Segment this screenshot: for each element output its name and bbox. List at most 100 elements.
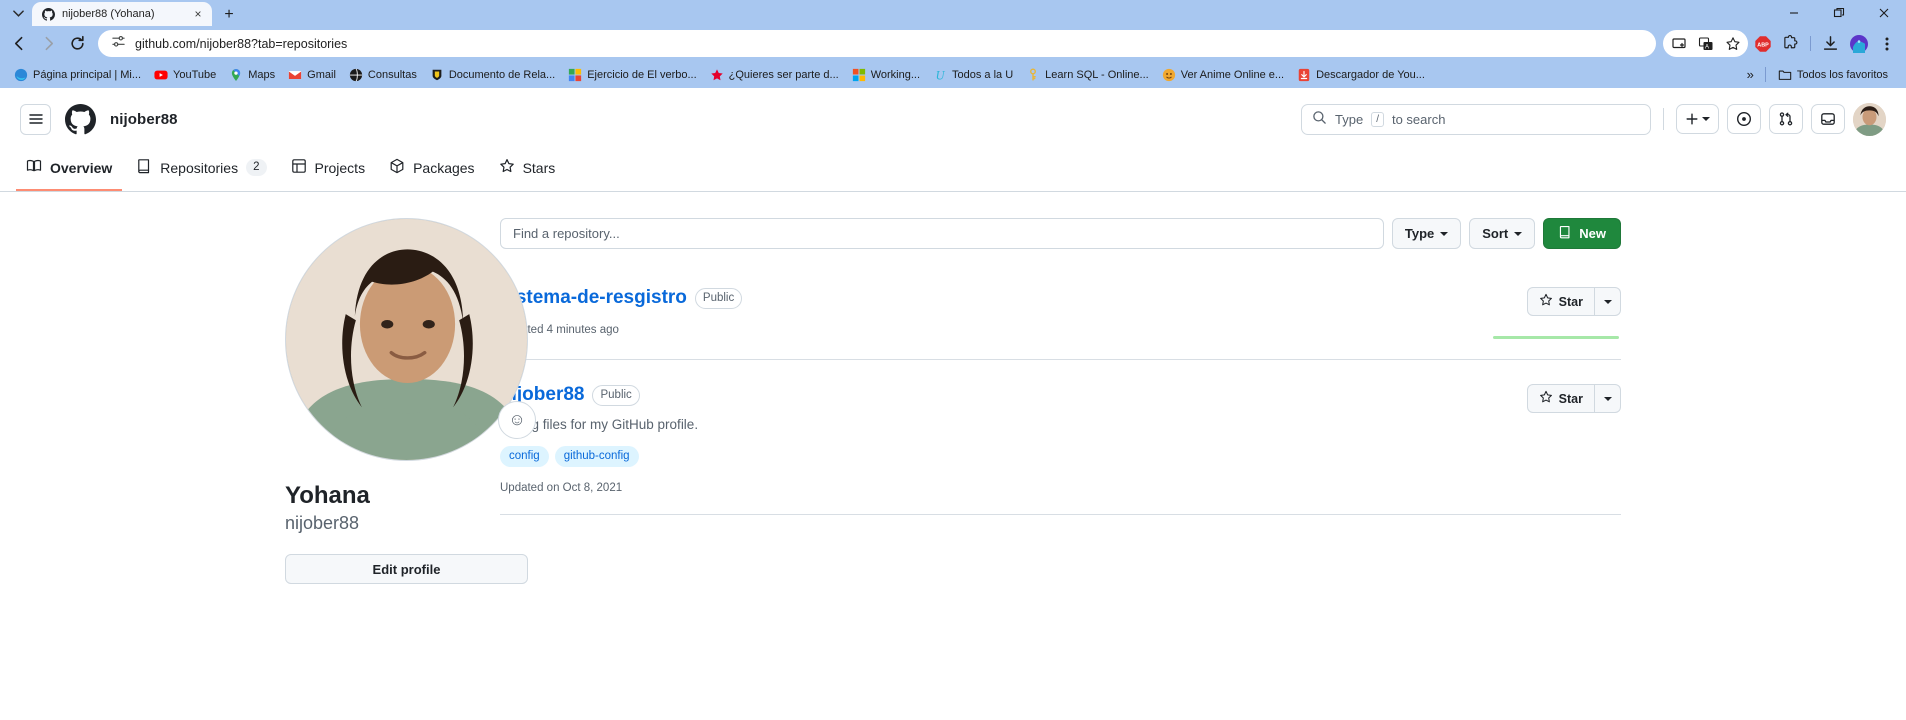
bookmark-item[interactable]: Consultas [343,65,423,85]
search-input[interactable]: Type / to search [1301,103,1651,135]
cast-icon[interactable] [1665,30,1692,57]
topic-tag[interactable]: github-config [554,446,639,467]
bookmark-item[interactable]: Documento de Rela... [424,65,561,85]
forward-icon[interactable] [35,30,62,57]
star-icon [499,158,515,177]
header-owner-name[interactable]: nijober88 [110,111,178,128]
window-controls [1771,0,1906,26]
new-tab-button[interactable]: + [216,4,242,26]
star-dropdown-button[interactable] [1595,287,1621,316]
adblock-icon[interactable]: ABP [1749,30,1776,57]
repo-icon [136,158,152,177]
profile-display-name: Yohana [285,482,370,509]
bookmark-item[interactable]: Ver Anime Online e... [1156,65,1290,85]
github-page: nijober88 Type / to search Overview Repo… [0,88,1906,708]
profile-avatar-icon[interactable] [1845,30,1872,57]
bookmark-item[interactable]: ¿Quieres ser parte d... [704,65,845,85]
tab-packages[interactable]: Packages [379,150,484,191]
chevron-down-icon [1603,299,1612,304]
tab-label: Overview [50,159,113,176]
bookmark-label: YouTube [173,68,217,81]
tab-label: Projects [314,159,366,176]
edit-profile-button[interactable]: Edit profile [285,554,528,585]
github-mark-icon[interactable] [65,103,96,135]
all-bookmarks-button[interactable]: Todos los favoritos [1772,65,1894,85]
sort-filter-button[interactable]: Sort [1469,218,1536,249]
star-button[interactable]: Star [1526,287,1595,316]
repositories-panel: Type Sort New s [500,218,1906,584]
profile-photo[interactable] [285,218,528,461]
avatar[interactable] [1853,102,1886,136]
repository-actions: Star [1431,287,1621,339]
toolbar-divider [1810,36,1811,51]
tab-search-button[interactable] [4,0,32,26]
svg-text:ABP: ABP [1757,42,1769,48]
browser-chrome: nijober88 (Yohana) × + github.com/nijobe… [0,0,1906,88]
extensions-icon[interactable] [1777,30,1804,57]
bookmark-label: Descargador de You... [1316,68,1425,81]
star-icon [1539,293,1553,310]
visibility-badge: Public [694,287,743,309]
download-red-icon [1297,68,1311,82]
maximize-icon[interactable] [1816,0,1861,26]
repository-description: Config files for my GitHub profile. [500,417,699,432]
new-repository-button[interactable]: New [1543,218,1621,249]
star-button[interactable]: Star [1526,384,1595,413]
bookmarks-overflow-button[interactable]: » [1742,65,1759,84]
bookmark-item[interactable]: Working... [846,65,926,85]
tab-projects[interactable]: Projects [281,150,376,191]
inbox-icon[interactable] [1811,104,1845,134]
search-slash-key: / [1371,111,1384,127]
star-dropdown-button[interactable] [1595,384,1621,413]
back-icon[interactable] [6,30,33,57]
downloads-icon[interactable] [1817,30,1844,57]
svg-text:U: U [936,68,946,82]
bookmark-item[interactable]: Gmail [282,65,342,85]
tab-repositories[interactable]: Repositories 2 [126,150,276,191]
repository-info: sistema-de-resgistro Public Updated 4 mi… [500,287,1431,339]
package-icon [389,158,405,177]
tab-stars[interactable]: Stars [489,150,566,191]
youtube-icon [154,68,168,82]
translate-icon[interactable]: A [1692,30,1719,57]
star-button-group: Star [1526,384,1621,413]
pull-requests-icon[interactable] [1769,104,1803,134]
hamburger-menu-icon[interactable] [20,103,51,135]
header-divider [1663,108,1664,130]
repository-updated: Updated on Oct 8, 2021 [500,482,623,494]
new-repository-label: New [1579,226,1606,241]
chevron-down-icon [1514,231,1523,236]
bookmark-item[interactable]: YouTube [148,65,222,85]
reload-icon[interactable] [64,30,91,57]
create-new-button[interactable] [1676,104,1719,134]
key-icon [1026,68,1040,82]
close-icon[interactable]: × [191,7,205,21]
bookmark-item[interactable]: Learn SQL - Online... [1020,65,1155,85]
chrome-menu-icon[interactable] [1873,30,1900,57]
address-bar[interactable]: github.com/nijober88?tab=repositories [98,30,1656,57]
bookmark-item[interactable]: Página principal | Mi... [8,65,147,85]
all-bookmarks-label: Todos los favoritos [1796,68,1888,81]
tab-title: nijober88 (Yohana) [62,8,155,20]
repository-link[interactable]: sistema-de-resgistro [500,287,687,309]
minimize-icon[interactable] [1771,0,1816,26]
bookmark-item[interactable]: U Todos a la U [927,65,1019,85]
browser-tab[interactable]: nijober88 (Yohana) × [32,2,212,26]
chevron-down-icon [1702,117,1710,121]
tune-icon[interactable] [111,34,126,54]
type-filter-button[interactable]: Type [1391,218,1462,249]
close-window-icon[interactable] [1861,0,1906,26]
bookmark-star-icon[interactable] [1719,30,1746,57]
status-emoji-button[interactable]: ☺ [498,401,536,439]
repository-row: sistema-de-resgistro Public Updated 4 mi… [500,263,1621,360]
issues-icon[interactable] [1727,104,1761,134]
bookmarks-bar-right: » Todos los favoritos [1742,65,1898,85]
repository-row: nijober88 Public Config files for my Git… [500,360,1621,515]
find-repository-input[interactable] [500,218,1384,249]
bookmark-item[interactable]: Ejercicio de El verbo... [562,65,702,85]
tab-overview[interactable]: Overview [16,150,123,191]
search-placeholder-suffix: to search [1391,111,1446,127]
repository-info: nijober88 Public Config files for my Git… [500,384,1431,494]
bookmark-item[interactable]: Maps [223,65,281,85]
bookmark-item[interactable]: Descargador de You... [1291,65,1431,85]
